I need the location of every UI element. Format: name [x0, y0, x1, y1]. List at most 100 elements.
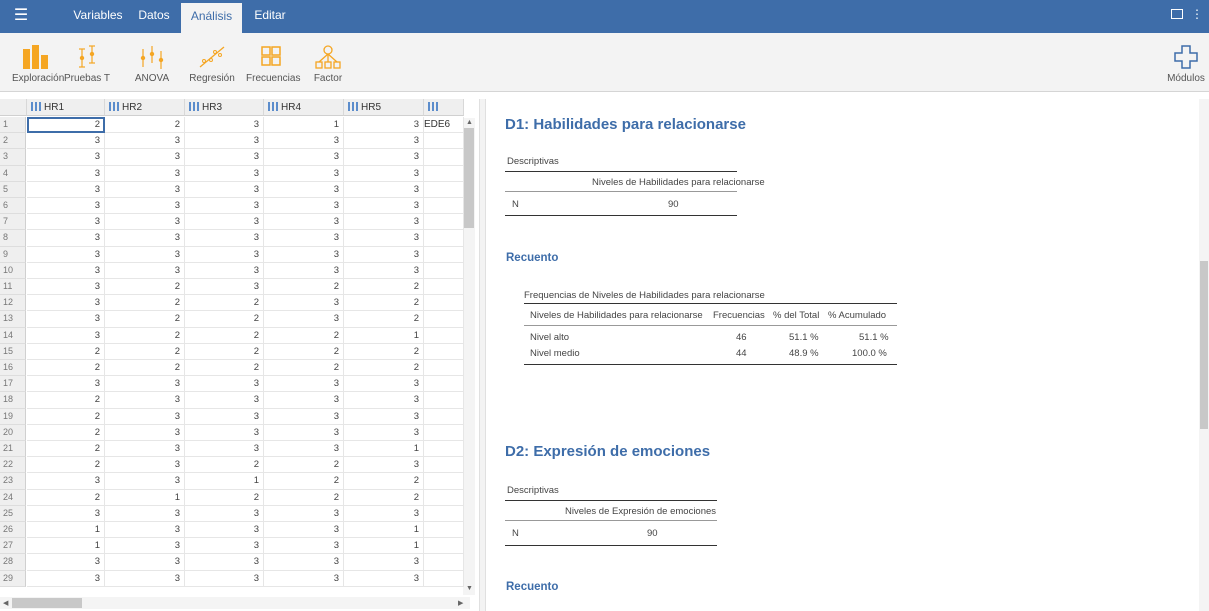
data-cell[interactable]: 2	[344, 473, 424, 490]
sheet-horizontal-scroll-thumb[interactable]	[12, 598, 82, 608]
data-cell[interactable]: 3	[185, 570, 264, 587]
data-cell[interactable]: 3	[264, 392, 344, 409]
tab-variables[interactable]: Variables	[68, 0, 128, 33]
row-number[interactable]: 29	[0, 570, 26, 587]
data-cell[interactable]: 3	[264, 165, 344, 182]
row-number[interactable]: 6	[0, 198, 26, 215]
tab-datos[interactable]: Datos	[128, 0, 180, 33]
data-cell[interactable]: 3	[264, 408, 344, 425]
row-number[interactable]: 26	[0, 522, 26, 539]
tab-editar[interactable]: Editar	[244, 0, 296, 33]
data-cell[interactable]	[424, 554, 464, 571]
data-cell[interactable]: 2	[344, 311, 424, 328]
data-cell[interactable]: 2	[264, 343, 344, 360]
data-cell[interactable]: 2	[344, 489, 424, 506]
column-header[interactable]: HR3	[185, 99, 264, 116]
data-cell[interactable]: 3	[264, 295, 344, 312]
data-cell[interactable]: 2	[264, 457, 344, 474]
data-cell[interactable]: 3	[105, 473, 185, 490]
data-cell[interactable]	[424, 246, 464, 263]
data-cell[interactable]: 3	[264, 505, 344, 522]
data-cell[interactable]: 3	[27, 165, 105, 182]
data-cell[interactable]: 2	[185, 360, 264, 377]
data-cell[interactable]: 3	[264, 424, 344, 441]
row-number[interactable]: 27	[0, 538, 26, 555]
data-cell[interactable]: 3	[344, 554, 424, 571]
data-cell[interactable]: 2	[185, 295, 264, 312]
data-cell[interactable]: 1	[185, 473, 264, 490]
data-cell[interactable]: 3	[264, 149, 344, 166]
data-cell[interactable]: 1	[344, 522, 424, 539]
data-cell[interactable]: 3	[344, 505, 424, 522]
data-cell[interactable]	[424, 424, 464, 441]
ttest-button[interactable]: Pruebas T	[62, 43, 112, 89]
data-cell[interactable]: 3	[105, 424, 185, 441]
data-cell[interactable]: 2	[105, 117, 185, 134]
scroll-down-arrow-icon[interactable]: ▼	[466, 585, 473, 592]
column-header[interactable]: HR5	[344, 99, 424, 116]
row-number[interactable]: 14	[0, 327, 26, 344]
data-cell[interactable]: 1	[105, 489, 185, 506]
row-number[interactable]: 28	[0, 554, 26, 571]
data-cell[interactable]: 3	[27, 311, 105, 328]
data-cell[interactable]	[424, 376, 464, 393]
data-cell[interactable]: 3	[185, 408, 264, 425]
sheet-vertical-scroll-thumb[interactable]	[464, 128, 474, 228]
data-cell[interactable]: 3	[185, 133, 264, 150]
data-cell[interactable]	[424, 133, 464, 150]
data-cell[interactable]: 3	[185, 279, 264, 296]
sheet-vertical-scrollbar[interactable]	[463, 118, 475, 595]
data-cell[interactable]: 2	[185, 311, 264, 328]
data-cell[interactable]: 3	[264, 133, 344, 150]
data-cell[interactable]: 2	[344, 279, 424, 296]
row-number[interactable]: 17	[0, 376, 26, 393]
column-header[interactable]: HR4	[264, 99, 344, 116]
data-cell[interactable]	[424, 181, 464, 198]
data-cell[interactable]	[424, 489, 464, 506]
data-cell[interactable]: 3	[105, 522, 185, 539]
data-cell[interactable]: 3	[264, 441, 344, 458]
row-number[interactable]: 10	[0, 262, 26, 279]
data-cell[interactable]: 2	[27, 457, 105, 474]
data-cell[interactable]: 3	[264, 181, 344, 198]
data-cell[interactable]	[424, 522, 464, 539]
data-cell[interactable]: 2	[344, 360, 424, 377]
data-cell[interactable]	[424, 505, 464, 522]
data-cell[interactable]	[424, 473, 464, 490]
data-cell[interactable]: 3	[264, 570, 344, 587]
data-cell[interactable]: 2	[27, 424, 105, 441]
data-cell[interactable]: 3	[185, 424, 264, 441]
data-cell[interactable]	[424, 392, 464, 409]
row-number[interactable]: 4	[0, 165, 26, 182]
data-cell[interactable]	[424, 230, 464, 247]
data-cell[interactable]	[424, 149, 464, 166]
data-cell[interactable]: 3	[105, 149, 185, 166]
data-cell[interactable]: 3	[27, 214, 105, 231]
data-cell[interactable]: 3	[344, 133, 424, 150]
row-number[interactable]: 20	[0, 424, 26, 441]
data-cell[interactable]: 3	[185, 165, 264, 182]
row-number[interactable]: 22	[0, 457, 26, 474]
data-cell[interactable]: 2	[264, 489, 344, 506]
data-cell[interactable]: 2	[105, 327, 185, 344]
data-cell[interactable]: 3	[264, 214, 344, 231]
row-number[interactable]: 21	[0, 441, 26, 458]
data-cell[interactable]: 3	[185, 214, 264, 231]
row-number[interactable]: 1	[0, 117, 26, 134]
data-cell[interactable]: 2	[185, 489, 264, 506]
data-cell[interactable]: 3	[105, 457, 185, 474]
data-cell[interactable]: 2	[27, 392, 105, 409]
data-cell[interactable]	[424, 165, 464, 182]
data-cell[interactable]: 3	[27, 149, 105, 166]
data-cell[interactable]: 2	[264, 360, 344, 377]
data-cell[interactable]: 3	[185, 538, 264, 555]
results-vertical-scrollbar[interactable]	[1199, 99, 1209, 611]
data-cell[interactable]: 2	[264, 279, 344, 296]
data-cell[interactable]	[424, 570, 464, 587]
data-cell[interactable]: 1	[344, 441, 424, 458]
row-number[interactable]: 5	[0, 181, 26, 198]
data-cell[interactable]: 3	[185, 392, 264, 409]
data-cell[interactable]: 3	[344, 149, 424, 166]
data-cell[interactable]: 3	[344, 424, 424, 441]
data-cell[interactable]: 2	[264, 473, 344, 490]
